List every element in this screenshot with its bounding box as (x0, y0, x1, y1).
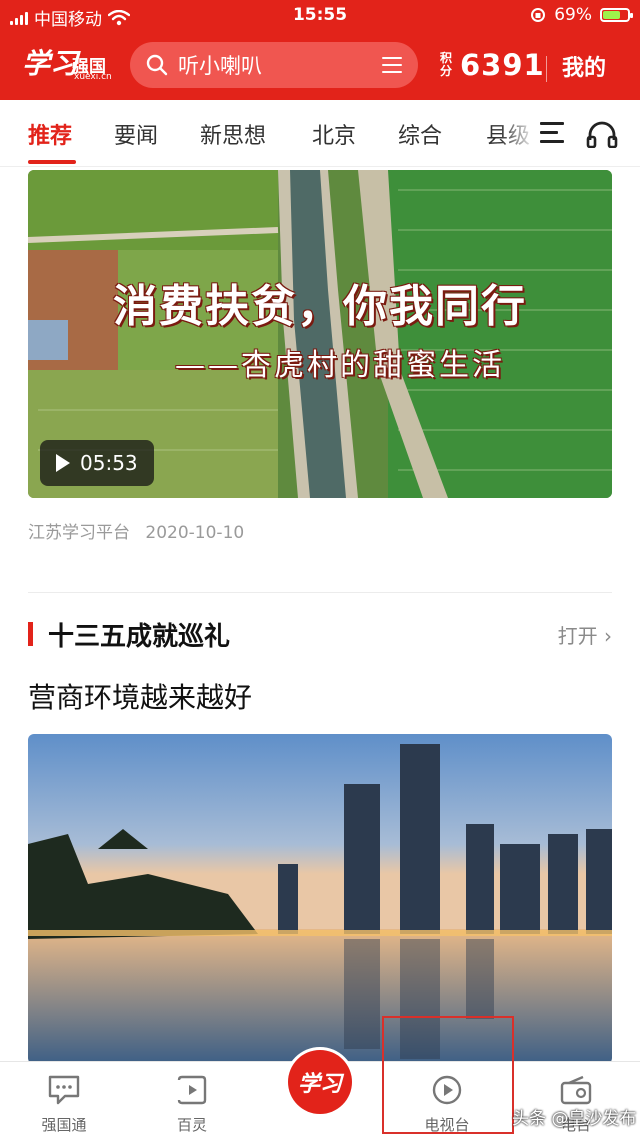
tab-general[interactable]: 综合 (398, 118, 442, 150)
tab-new-thought[interactable]: 新思想 (200, 118, 266, 150)
battery-fill (603, 11, 620, 19)
section-title: 十三五成就巡礼 (48, 622, 231, 652)
section-open-link[interactable]: 打开 › (558, 620, 612, 649)
play-icon (56, 454, 70, 472)
points-display[interactable]: 积分 6391 (440, 48, 545, 82)
tab-news[interactable]: 要闻 (114, 118, 158, 150)
article-photo[interactable] (28, 734, 612, 1064)
status-right: 69% (530, 5, 633, 25)
video-duration: 05:53 (80, 451, 138, 475)
video-title: 消费扶贫，你我同行 (113, 281, 527, 332)
open-label: 打开 (557, 624, 598, 648)
nav-label: 百灵 (176, 1116, 207, 1134)
category-tabs: 推荐 要闻 新思想 北京 综合 县级 (0, 100, 640, 167)
source-watermark: 头条 @皇沙发布 (512, 1109, 637, 1129)
video-duration-badge[interactable]: 05:53 (40, 440, 154, 486)
active-tab-indicator (28, 160, 76, 164)
radio-icon (560, 1075, 592, 1105)
tab-recommend[interactable]: 推荐 (28, 118, 72, 150)
app-header: 学习 强国 xuexi.cn 听小喇叭 积分 6391 我的 (0, 34, 640, 96)
video-meta: 江苏学习平台 2020-10-10 (28, 518, 244, 543)
chat-icon (48, 1075, 80, 1105)
channel-menu-icon[interactable] (540, 122, 566, 144)
section-divider (28, 592, 612, 593)
search-menu-icon[interactable] (382, 57, 402, 73)
play-square-icon (177, 1075, 207, 1105)
chevron-right-icon: › (604, 624, 612, 648)
logo-script: 学习 (22, 47, 79, 80)
nav-qiangguotong[interactable]: 强国通 (14, 1062, 114, 1138)
video-source: 江苏学习平台 (28, 523, 130, 543)
city-skyline-image (28, 734, 612, 1064)
search-bar[interactable]: 听小喇叭 (130, 42, 418, 88)
mine-button[interactable]: 我的 (562, 50, 606, 82)
tabs-fade (500, 100, 536, 164)
search-icon (146, 54, 168, 76)
header-divider (546, 56, 547, 82)
points-label: 积分 (440, 51, 453, 78)
battery-percent: 69% (554, 5, 592, 25)
section-header: 十三五成就巡礼 打开 › (28, 616, 612, 652)
battery-icon (600, 8, 633, 22)
tab-beijing[interactable]: 北京 (312, 118, 356, 150)
headphones-icon[interactable] (586, 120, 618, 148)
nav-bailing[interactable]: 百灵 (142, 1062, 242, 1138)
nav-xuexi-center[interactable]: 学习 (288, 1050, 352, 1114)
logo-domain: xuexi.cn (74, 72, 112, 82)
nav-label: 强国通 (41, 1116, 87, 1134)
article-headline[interactable]: 营商环境越来越好 (28, 676, 252, 716)
orientation-lock-icon (531, 8, 546, 22)
video-subtitle: ——杏虎村的甜蜜生活 (175, 348, 505, 383)
section-accent-bar (28, 622, 33, 646)
video-date: 2020-10-10 (145, 523, 245, 543)
xuexi-logo[interactable]: 学习 强国 xuexi.cn (22, 42, 114, 84)
status-bar: 中国移动 15:55 69% (0, 0, 640, 32)
video-card[interactable]: 消费扶贫，你我同行 ——杏虎村的甜蜜生活 05:53 (28, 170, 612, 498)
annotation-highlight-box (382, 1016, 514, 1134)
search-placeholder: 听小喇叭 (178, 54, 262, 78)
points-value: 6391 (460, 48, 545, 82)
